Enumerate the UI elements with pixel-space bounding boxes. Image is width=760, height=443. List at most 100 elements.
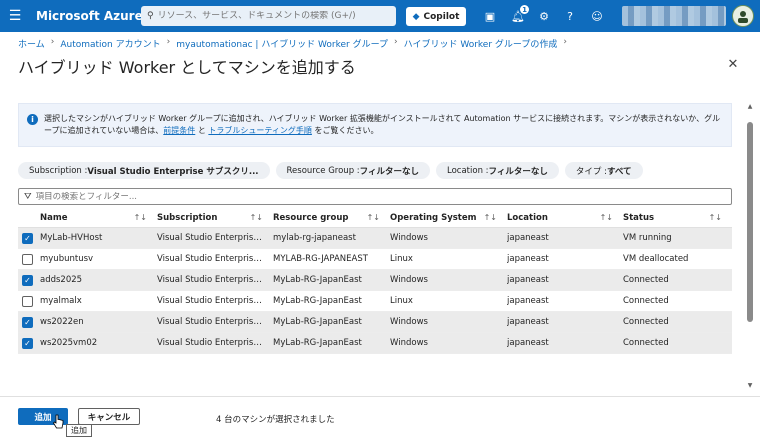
row-checkbox[interactable] <box>22 295 33 307</box>
chevron-right-icon: › <box>394 37 398 47</box>
header-location[interactable]: Location ↑↓ <box>507 213 623 223</box>
top-bar: ☰ Microsoft Azure ⚲ ◆ Copilot ▣ 🔔︎1 ⚙ ? … <box>0 0 760 32</box>
row-checkbox[interactable]: ✓ <box>22 274 33 286</box>
cell-subscription: Visual Studio Enterprise… <box>157 338 268 348</box>
row-checkbox-cell[interactable]: ✓ <box>18 232 40 244</box>
cell-location: japaneast <box>507 317 549 327</box>
global-search[interactable]: ⚲ <box>141 6 396 26</box>
chevron-right-icon: › <box>563 37 567 47</box>
copilot-button[interactable]: ◆ Copilot <box>406 7 466 26</box>
breadcrumb-home[interactable]: ホーム <box>18 37 45 50</box>
row-checkbox[interactable]: ✓ <box>22 316 33 328</box>
header-subscription[interactable]: Subscription ↑↓ <box>157 213 273 223</box>
copilot-icon: ◆ <box>412 11 420 22</box>
row-checkbox[interactable] <box>22 253 33 265</box>
header-label: Operating System <box>390 212 477 223</box>
table-row[interactable]: ✓ ws2025vm02 Visual Studio Enterprise… MyLa… <box>18 333 732 354</box>
table-filter-box[interactable]: ⛛ <box>18 188 732 205</box>
cell-subscription: Visual Studio Enterprise… <box>157 254 268 264</box>
sort-icon[interactable]: ↑↓ <box>600 213 613 222</box>
footer-divider <box>0 396 760 397</box>
sort-icon[interactable]: ↑↓ <box>709 213 722 222</box>
sort-icon[interactable]: ↑↓ <box>134 213 147 222</box>
user-icon <box>738 11 748 23</box>
cell-subscription: Visual Studio Enterprise… <box>157 233 268 243</box>
row-checkbox[interactable]: ✓ <box>22 232 33 244</box>
filter-label: タイプ : <box>575 166 607 177</box>
table-row[interactable]: ✓ ws2022en Visual Studio Enterprise… MyLab-… <box>18 312 732 333</box>
cell-name: MyLab-HVHost <box>40 233 103 243</box>
help-icon[interactable]: ? <box>562 8 578 24</box>
table-row[interactable]: ✓ MyLab-HVHost Visual Studio Enterprise… my… <box>18 228 732 249</box>
breadcrumb-worker-groups[interactable]: myautomationac | ハイブリッド Worker グループ <box>176 37 388 50</box>
breadcrumb: ホーム › Automation アカウント › myautomationac | … <box>18 37 567 50</box>
filter-value: フィルターなし <box>488 166 548 177</box>
avatar[interactable] <box>732 5 754 27</box>
cell-os: Windows <box>390 275 428 285</box>
brand-name[interactable]: Microsoft Azure <box>36 9 143 23</box>
header-status[interactable]: Status ↑↓ <box>623 213 732 223</box>
scroll-up-icon[interactable]: ▲ <box>746 103 754 111</box>
page-title: ハイブリッド Worker としてマシンを追加する <box>18 58 356 77</box>
cloud-shell-icon[interactable]: ▣ <box>482 8 498 24</box>
cell-location: japaneast <box>507 233 549 243</box>
header-name[interactable]: Name ↑↓ <box>40 213 157 223</box>
info-text: 選択したマシンがハイブリッド Worker グループに追加され、ハイブリッド W… <box>44 113 723 137</box>
location-filter[interactable]: Location : フィルターなし <box>436 162 559 179</box>
cell-resource-group: MyLab-RG-JapanEast <box>273 296 362 306</box>
prerequisites-link[interactable]: 前提条件 <box>163 126 195 135</box>
notifications-icon[interactable]: 🔔︎ 1 <box>510 5 529 24</box>
troubleshooting-link[interactable]: トラブルシューティング手順 <box>208 126 312 135</box>
header-resource-group[interactable]: Resource group ↑↓ <box>273 213 390 223</box>
account-info[interactable] <box>622 6 726 26</box>
info-icon: i <box>27 114 38 125</box>
table-row[interactable]: myalmalx Visual Studio Enterprise… MyLab-R… <box>18 291 732 312</box>
cell-status: VM deallocated <box>623 254 689 264</box>
cell-location: japaneast <box>507 338 549 348</box>
row-checkbox[interactable]: ✓ <box>22 337 33 349</box>
close-icon[interactable]: ✕ <box>726 57 740 72</box>
sort-icon[interactable]: ↑↓ <box>484 213 497 222</box>
filter-label: Subscription : <box>29 165 88 176</box>
filter-pills: Subscription : Visual Studio Enterprise … <box>18 162 643 179</box>
menu-icon[interactable]: ☰ <box>0 0 30 32</box>
cell-location: japaneast <box>507 275 549 285</box>
scrollbar-thumb[interactable] <box>747 122 753 322</box>
row-checkbox-cell[interactable]: ✓ <box>18 274 40 286</box>
row-checkbox-cell[interactable]: ✓ <box>18 337 40 349</box>
row-checkbox-cell[interactable] <box>18 253 40 265</box>
cell-status: Connected <box>623 317 669 327</box>
filter-label: Location : <box>447 165 489 176</box>
breadcrumb-automation-accounts[interactable]: Automation アカウント <box>60 37 160 50</box>
filter-value: すべて <box>606 166 632 177</box>
settings-gear-icon[interactable]: ⚙ <box>536 8 552 24</box>
cancel-button[interactable]: キャンセル <box>78 408 140 425</box>
table-filter-input[interactable] <box>35 191 716 202</box>
row-checkbox-cell[interactable]: ✓ <box>18 316 40 328</box>
machines-table: Name ↑↓ Subscription ↑↓ Resource group ↑↓ O… <box>18 208 732 354</box>
info-banner: i 選択したマシンがハイブリッド Worker グループに追加され、ハイブリッド… <box>18 103 732 147</box>
table-row[interactable]: ✓ adds2025 Visual Studio Enterprise… MyLab-… <box>18 270 732 291</box>
cell-subscription: Visual Studio Enterprise… <box>157 275 268 285</box>
resource-group-filter[interactable]: Resource Group : フィルターなし <box>275 162 431 179</box>
breadcrumb-create-group[interactable]: ハイブリッド Worker グループの作成 <box>404 37 558 50</box>
table-body: ✓ MyLab-HVHost Visual Studio Enterprise… my… <box>18 228 732 354</box>
cell-name: myubuntusv <box>40 254 94 264</box>
cell-status: Connected <box>623 275 669 285</box>
header-label: Status <box>623 212 655 223</box>
table-row[interactable]: myubuntusv Visual Studio Enterprise… MYLAB… <box>18 249 732 270</box>
feedback-icon[interactable]: ☺ <box>589 8 605 24</box>
subscription-filter[interactable]: Subscription : Visual Studio Enterprise … <box>18 162 270 179</box>
sort-icon[interactable]: ↑↓ <box>367 213 380 222</box>
header-os[interactable]: Operating System ↑↓ <box>390 213 507 223</box>
search-input[interactable] <box>157 11 388 21</box>
scroll-down-icon[interactable]: ▼ <box>746 382 754 390</box>
filter-value: Visual Studio Enterprise サブスクリ... <box>87 166 259 177</box>
type-filter[interactable]: タイプ : すべて <box>564 162 643 179</box>
sort-icon[interactable]: ↑↓ <box>250 213 263 222</box>
row-checkbox-cell[interactable] <box>18 295 40 307</box>
cell-resource-group: mylab-rg-japaneast <box>273 233 356 243</box>
add-tooltip: 追加 <box>66 424 92 437</box>
header-label: Location <box>507 212 548 223</box>
cell-status: VM running <box>623 233 672 243</box>
